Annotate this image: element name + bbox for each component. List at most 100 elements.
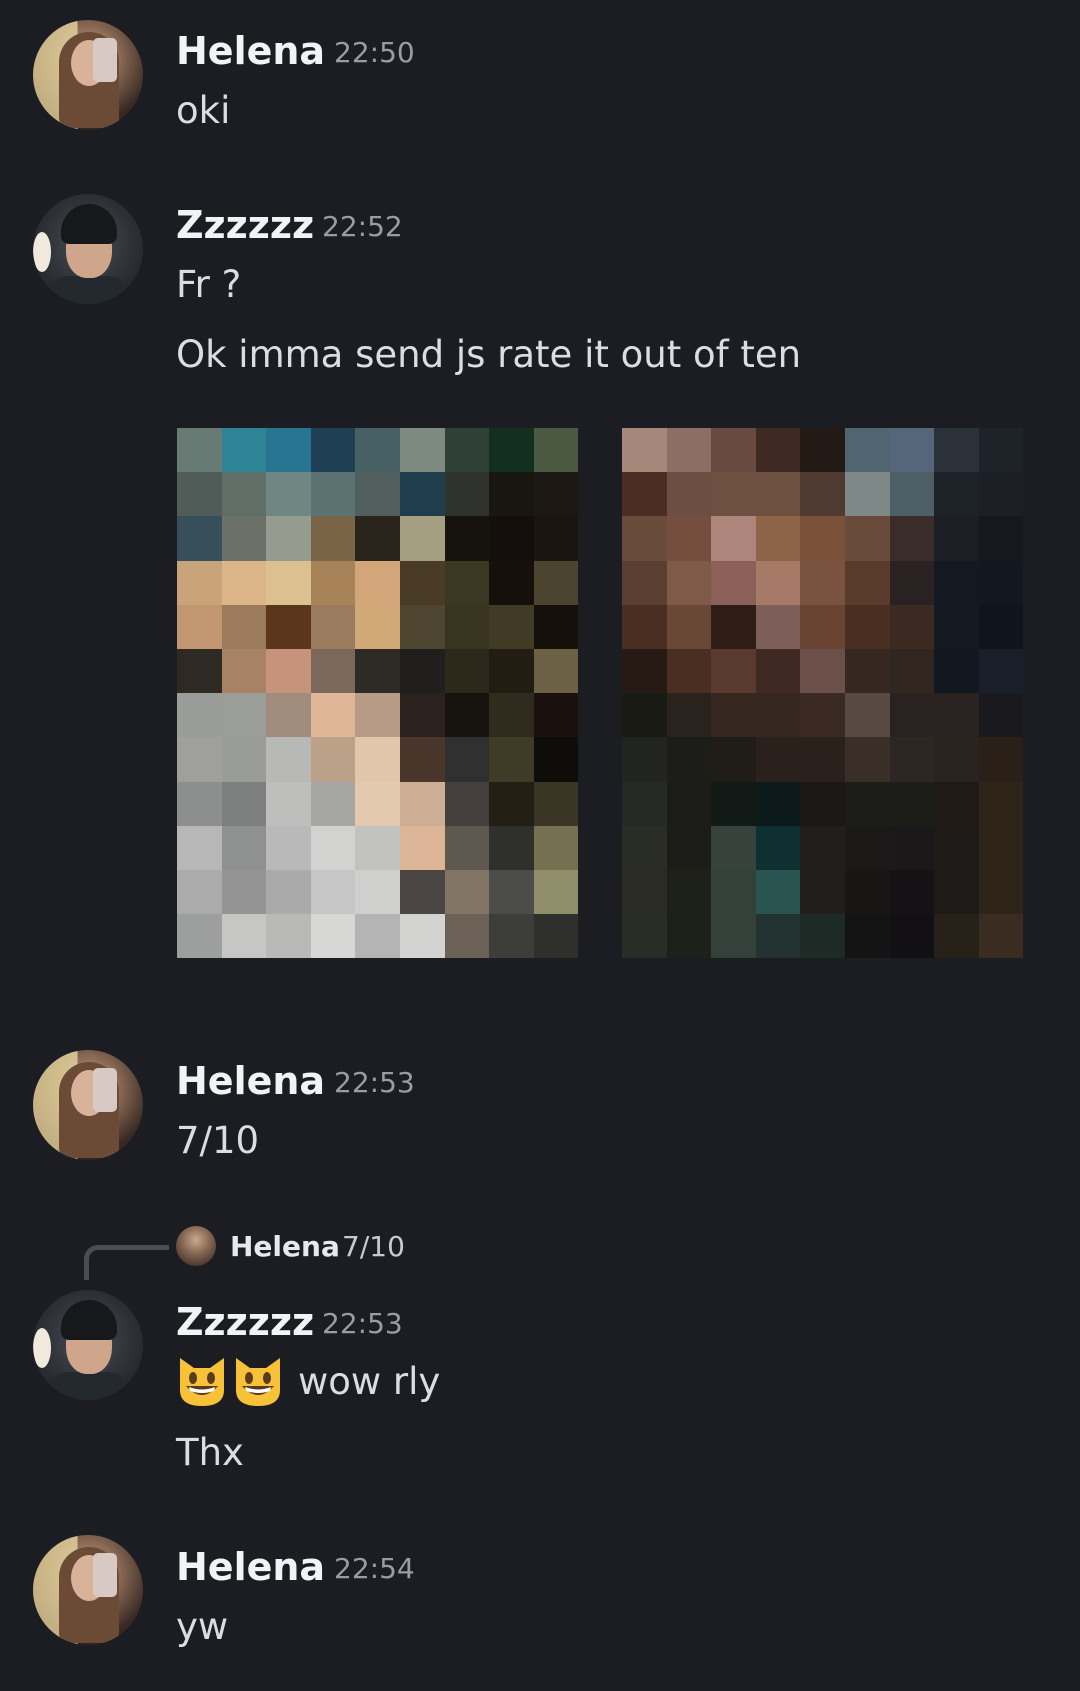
pixel-block [444, 560, 490, 605]
pixel-block [533, 869, 579, 915]
pixel-block [666, 604, 712, 649]
pixel-block [177, 914, 222, 959]
pixel-block [889, 737, 935, 782]
pixel-block [533, 472, 579, 517]
pixel-block [844, 648, 890, 694]
avatar-helena[interactable] [33, 1050, 143, 1160]
pixel-block [533, 516, 579, 561]
pixel-block [934, 869, 979, 915]
pixel-block [666, 869, 712, 915]
pixel-block [934, 914, 979, 959]
pixel-block [266, 560, 311, 605]
pixel-block [177, 737, 222, 782]
pixel-block [934, 472, 979, 517]
pixel-block [800, 737, 845, 782]
pixel-block [310, 516, 356, 561]
avatar-helena[interactable] [33, 20, 143, 130]
pixel-block [489, 428, 534, 473]
pixel-block [844, 869, 890, 915]
pixel-block [800, 604, 845, 649]
pixel-block [622, 604, 667, 649]
pixel-block [310, 648, 356, 694]
pixel-block [755, 604, 801, 649]
pixel-block [755, 914, 801, 959]
pixel-block [755, 472, 801, 517]
image-attachment-2[interactable] [622, 428, 1024, 1008]
pixel-block [310, 604, 356, 649]
pixel-block [889, 914, 935, 959]
pixel-block [622, 737, 667, 782]
pixel-block [934, 604, 979, 649]
author-name[interactable]: Zzzzzz [176, 206, 314, 244]
image-attachment-1[interactable] [177, 428, 579, 1008]
pixel-block [800, 516, 845, 561]
pixel-block [399, 472, 445, 517]
author-name[interactable]: Helena [176, 32, 325, 70]
pixel-block [800, 825, 845, 870]
avatar-zzzzzz[interactable] [33, 194, 143, 304]
pixel-block [444, 914, 490, 959]
pixel-block [310, 560, 356, 605]
pixel-block [310, 781, 356, 826]
pixel-block [444, 472, 490, 517]
pixel-block [355, 781, 400, 826]
pixel-block [221, 869, 267, 915]
pixel-block [221, 604, 267, 649]
pixel-block [533, 781, 579, 826]
pixel-block [221, 560, 267, 605]
pixel-block [266, 693, 311, 738]
pixel-block [533, 604, 579, 649]
pixel-block [978, 604, 1024, 649]
pixel-block [489, 693, 534, 738]
pixel-block [800, 869, 845, 915]
avatar-helena[interactable] [33, 1535, 143, 1645]
pixel-block [622, 869, 667, 915]
pixel-block [889, 428, 935, 473]
timestamp: 22:50 [334, 36, 415, 69]
pixel-block [310, 914, 356, 959]
pixel-block [844, 693, 890, 738]
pixel-block [755, 869, 801, 915]
author-name[interactable]: Helena [176, 1062, 325, 1100]
timestamp: 22:52 [322, 210, 403, 243]
pixel-block [489, 914, 534, 959]
pixel-block [177, 825, 222, 870]
pixel-block [355, 648, 400, 694]
pixel-block [800, 693, 845, 738]
pixel-block [889, 825, 935, 870]
pixel-block [755, 560, 801, 605]
pixel-block [978, 825, 1024, 870]
pixel-block [444, 516, 490, 561]
pixel-block [489, 472, 534, 517]
pixel-block [266, 914, 311, 959]
smiling-cat-icon [180, 1358, 224, 1406]
author-name[interactable]: Helena [176, 1548, 325, 1586]
reply-author[interactable]: Helena [230, 1233, 340, 1261]
author-name[interactable]: Zzzzzz [176, 1303, 314, 1341]
pixel-block [266, 428, 311, 473]
pixel-block [934, 560, 979, 605]
pixel-block [666, 693, 712, 738]
pixel-block [399, 825, 445, 870]
pixel-block [889, 869, 935, 915]
pixel-block [355, 825, 400, 870]
pixel-block [221, 428, 267, 473]
reply-preview[interactable]: 7/10 [342, 1233, 405, 1261]
pixel-block [666, 472, 712, 517]
timestamp: 22:53 [322, 1307, 403, 1340]
pixel-block [355, 428, 400, 473]
pixel-block [310, 825, 356, 870]
avatar-zzzzzz[interactable] [33, 1290, 143, 1400]
pixel-block [978, 428, 1024, 473]
pixel-block [934, 781, 979, 826]
pixel-block [844, 560, 890, 605]
pixel-block [266, 825, 311, 870]
pixel-block [889, 693, 935, 738]
pixel-block [489, 825, 534, 870]
pixel-block [934, 648, 979, 694]
message-text: 7/10 [176, 1119, 260, 1162]
pixel-block [444, 428, 490, 473]
pixel-block [844, 781, 890, 826]
pixel-block [800, 781, 845, 826]
pixel-block [978, 472, 1024, 517]
